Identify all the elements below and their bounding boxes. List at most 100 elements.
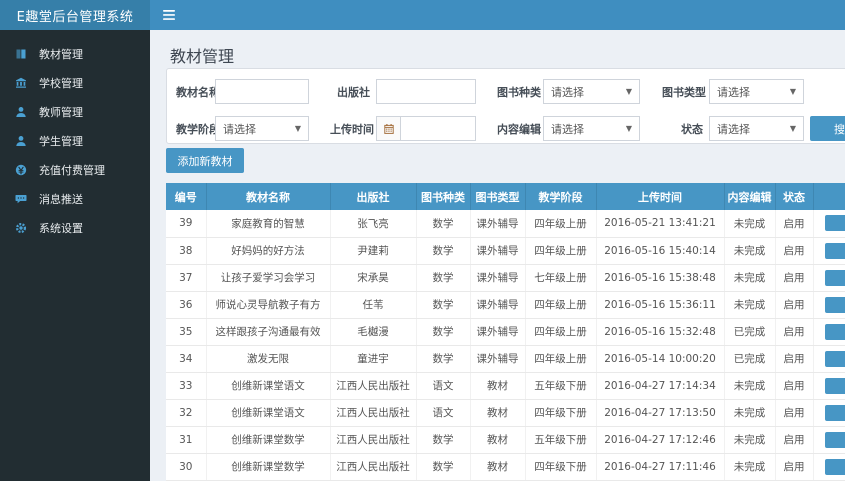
table-cell: 36 bbox=[166, 291, 207, 319]
table-cell: 家庭教育的智慧 bbox=[206, 210, 331, 238]
chevron-down-icon: ▼ bbox=[789, 124, 796, 133]
filter-text-input[interactable] bbox=[376, 79, 476, 104]
table-cell: 这样跟孩子沟通最有效 bbox=[206, 318, 331, 346]
table-cell: 2016-05-16 15:32:48 bbox=[596, 318, 725, 346]
table-cell: 数学 bbox=[416, 426, 471, 454]
filter-select[interactable]: 请选择 ▼ bbox=[709, 116, 804, 141]
table-cell: 未完成 bbox=[724, 372, 776, 400]
filter-select[interactable]: 请选择 ▼ bbox=[215, 116, 309, 141]
table-action-cell bbox=[813, 453, 845, 481]
row-action-button[interactable] bbox=[824, 323, 845, 340]
search-button[interactable]: 搜索 bbox=[810, 116, 845, 141]
sidebar-item-label: 教师管理 bbox=[39, 105, 83, 119]
sidebar-item[interactable]: 系统设置 bbox=[0, 213, 150, 242]
sidebar-item[interactable]: 充值付费管理 bbox=[0, 155, 150, 184]
table-cell: 四年级上册 bbox=[525, 210, 597, 238]
sidebar-toggle-icon[interactable] bbox=[163, 10, 175, 20]
table-cell: 启用 bbox=[775, 210, 814, 238]
calendar-icon bbox=[376, 116, 400, 141]
chevron-down-icon: ▼ bbox=[789, 87, 796, 96]
sidebar-item[interactable]: 学校管理 bbox=[0, 68, 150, 97]
filter-label: 图书种类 bbox=[497, 85, 541, 99]
row-action-button[interactable] bbox=[824, 215, 845, 232]
sidebar-item-label: 学生管理 bbox=[39, 134, 83, 148]
table-cell: 未完成 bbox=[724, 426, 776, 454]
sidebar-item[interactable]: 教材管理 bbox=[0, 39, 150, 68]
table-row: 36 师说心灵导航教子有方 任苇 数学 课外辅导 四年级上册 2016-05-16 15:3… bbox=[166, 291, 845, 319]
select-value: 请选择 bbox=[223, 122, 256, 136]
sidebar-menu: 教材管理学校管理教师管理学生管理充值付费管理 消息推送 系统设置 bbox=[0, 30, 150, 481]
table-cell: 课外辅导 bbox=[470, 264, 526, 292]
table-cell: 江西人民出版社 bbox=[330, 426, 417, 454]
filter-select[interactable]: 请选择 ▼ bbox=[543, 116, 640, 141]
filter-text-input[interactable] bbox=[215, 79, 309, 104]
row-action-button[interactable] bbox=[824, 242, 845, 259]
add-textbook-button[interactable]: 添加新教材 bbox=[166, 148, 244, 173]
table-cell: 30 bbox=[166, 453, 207, 481]
table-cell: 启用 bbox=[775, 345, 814, 373]
table-header-cell: 图书种类 bbox=[416, 183, 471, 210]
main-content: 教材管理 教材名称 出版社 图书种类 请选择 ▼ 图书类型 请选择 ▼ 教学阶段 请选择 ▼ 上传时… bbox=[150, 30, 845, 481]
table-cell: 江西人民出版社 bbox=[330, 399, 417, 427]
table-cell: 启用 bbox=[775, 372, 814, 400]
row-action-button[interactable] bbox=[824, 377, 845, 394]
table-header-cell bbox=[813, 183, 845, 210]
chevron-down-icon: ▼ bbox=[625, 87, 632, 96]
filter-select[interactable]: 请选择 ▼ bbox=[543, 79, 640, 104]
table-cell: 教材 bbox=[470, 399, 526, 427]
table-cell: 数学 bbox=[416, 345, 471, 373]
filter-group: 状态 请选择 ▼ bbox=[662, 116, 804, 141]
filter-label: 内容编辑 bbox=[497, 122, 541, 136]
table-cell: 未完成 bbox=[724, 399, 776, 427]
table-cell: 已完成 bbox=[724, 345, 776, 373]
table-cell: 2016-05-16 15:40:14 bbox=[596, 237, 725, 265]
table-cell: 课外辅导 bbox=[470, 345, 526, 373]
table-cell: 课外辅导 bbox=[470, 237, 526, 265]
sidebar-item[interactable]: 教师管理 bbox=[0, 97, 150, 126]
filter-date-input[interactable] bbox=[400, 116, 476, 141]
table-cell: 教材 bbox=[470, 453, 526, 481]
select-value: 请选择 bbox=[551, 122, 584, 136]
select-value: 请选择 bbox=[717, 85, 750, 99]
table-cell: 启用 bbox=[775, 291, 814, 319]
table-header-cell: 内容编辑 bbox=[724, 183, 776, 210]
gear-icon bbox=[14, 222, 28, 234]
row-action-button[interactable] bbox=[824, 269, 845, 286]
table-cell: 2016-04-27 17:13:50 bbox=[596, 399, 725, 427]
table-cell: 毛樾漫 bbox=[330, 318, 417, 346]
app-title: E趣堂后台管理系统 bbox=[0, 0, 150, 30]
table-cell: 童进宇 bbox=[330, 345, 417, 373]
sidebar-item[interactable]: 消息推送 bbox=[0, 184, 150, 213]
table-cell: 七年级上册 bbox=[525, 264, 597, 292]
table-cell: 教材 bbox=[470, 426, 526, 454]
table-body: 39 家庭教育的智慧 张飞亮 数学 课外辅导 四年级上册 2016-05-21 13:41:… bbox=[166, 210, 845, 481]
table-cell: 课外辅导 bbox=[470, 318, 526, 346]
sidebar-item-label: 学校管理 bbox=[39, 76, 83, 90]
table-cell: 四年级上册 bbox=[525, 318, 597, 346]
table-row: 34 激发无限 童进宇 数学 课外辅导 四年级上册 2016-05-14 10:00:20 已… bbox=[166, 345, 845, 373]
table-cell: 宋承昊 bbox=[330, 264, 417, 292]
filter-row-2: 教学阶段 请选择 ▼ 上传时间 内容编辑 请选择 ▼ 状态 请选择 ▼ bbox=[175, 116, 845, 141]
table-cell: 江西人民出版社 bbox=[330, 372, 417, 400]
filter-label: 教学阶段 bbox=[176, 122, 220, 136]
table-cell: 未完成 bbox=[724, 264, 776, 292]
table-header-cell: 出版社 bbox=[330, 183, 417, 210]
sidebar-item[interactable]: 学生管理 bbox=[0, 126, 150, 155]
table-cell: 2016-05-16 15:36:11 bbox=[596, 291, 725, 319]
filter-group: 内容编辑 请选择 ▼ bbox=[497, 116, 640, 141]
table-cell: 已完成 bbox=[724, 318, 776, 346]
table-action-cell bbox=[813, 372, 845, 400]
table-header-row: 编号 教材名称 出版社 图书种类 图书类型 教学阶段 上传时间 内容编辑 状态 bbox=[166, 183, 845, 210]
table-cell: 39 bbox=[166, 210, 207, 238]
row-action-button[interactable] bbox=[824, 404, 845, 421]
table-cell: 好妈妈的好方法 bbox=[206, 237, 331, 265]
chevron-down-icon: ▼ bbox=[625, 124, 632, 133]
row-action-button[interactable] bbox=[824, 431, 845, 448]
payment-icon bbox=[14, 164, 28, 176]
row-action-button[interactable] bbox=[824, 350, 845, 367]
table-cell: 江西人民出版社 bbox=[330, 453, 417, 481]
table-cell: 数学 bbox=[416, 210, 471, 238]
row-action-button[interactable] bbox=[824, 458, 845, 475]
filter-select[interactable]: 请选择 ▼ bbox=[709, 79, 804, 104]
row-action-button[interactable] bbox=[824, 296, 845, 313]
